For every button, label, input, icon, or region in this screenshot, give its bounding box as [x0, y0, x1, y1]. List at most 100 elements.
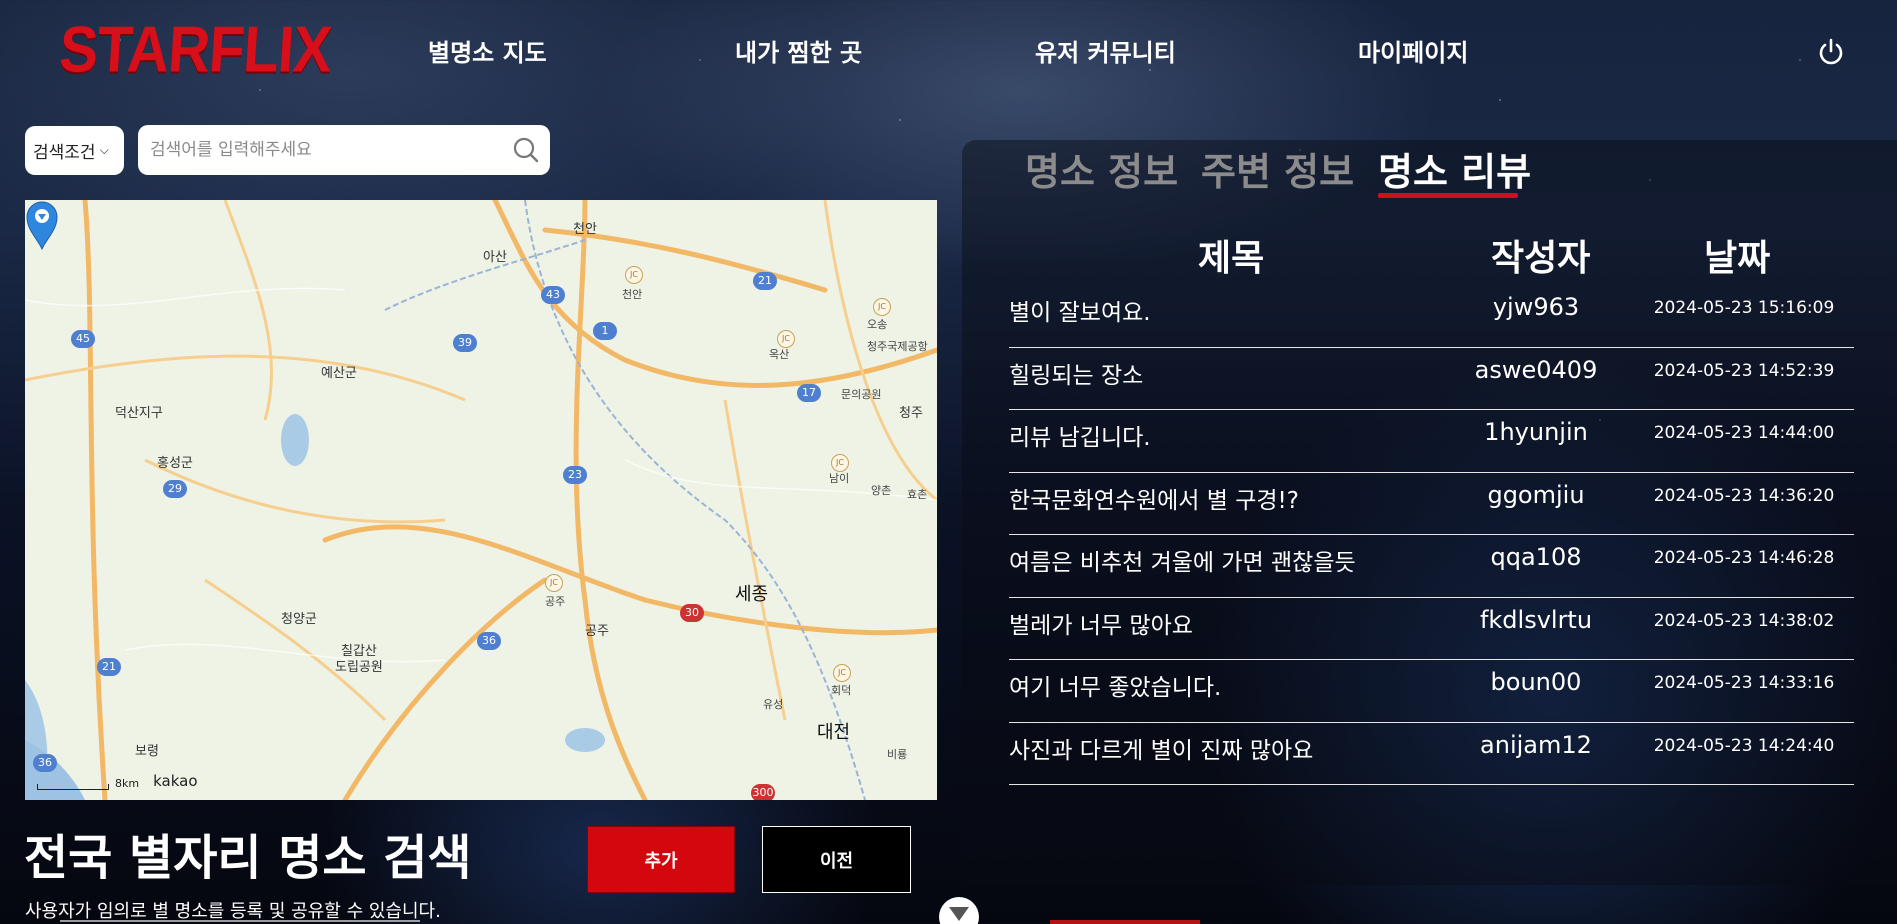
table-row[interactable]: 사진과 다르게 별이 진짜 많아요 anijam12 2024-05-23 14…	[1009, 723, 1854, 785]
map-label-yuseong: 유성	[763, 698, 784, 711]
kakao-attribution: kakao	[153, 772, 198, 790]
search-condition-label: 검색조건	[33, 143, 96, 163]
review-author: qqa108	[1490, 543, 1582, 571]
review-author: 1hyunjin	[1484, 418, 1588, 446]
route-shield-21b: 21	[97, 658, 121, 676]
table-row[interactable]: 여기 너무 좋았습니다. boun00 2024-05-23 14:33:16	[1009, 660, 1854, 723]
chevron-down-icon	[949, 907, 969, 921]
search-input[interactable]	[150, 130, 490, 170]
map-scale-label: 8km	[115, 777, 140, 790]
search-condition-select[interactable]: 검색조건 ⌵	[25, 126, 124, 175]
nav-mypage[interactable]: 마이페이지	[1358, 33, 1468, 68]
review-title: 벌레가 너무 많아요	[1009, 612, 1193, 639]
review-header-date: 날짜	[1704, 238, 1771, 279]
route-shield-1: 1	[593, 322, 617, 340]
review-header-author: 작성자	[1491, 238, 1591, 279]
review-title: 여기 너무 좋았습니다.	[1009, 675, 1222, 701]
tab-spot-reviews[interactable]: 명소 리뷰	[1378, 141, 1531, 196]
nav-star-map[interactable]: 별명소 지도	[428, 33, 547, 68]
route-shield-36a: 36	[477, 632, 501, 650]
route-shield-300: 300	[751, 784, 775, 800]
jc-icon: JC	[625, 266, 643, 284]
search-icon[interactable]	[512, 136, 540, 164]
review-date: 2024-05-23 15:16:09	[1653, 298, 1835, 318]
map-label-sejong: 세종	[735, 584, 769, 605]
map-label-biryong: 비룡	[887, 748, 908, 761]
tab-nearby-info[interactable]: 주변 정보	[1201, 141, 1354, 196]
map-label-boryeong: 보령	[135, 744, 159, 759]
add-button[interactable]: 추가	[587, 826, 735, 893]
chevron-down-icon: ⌵	[99, 143, 109, 157]
map-label-hoedeok: 회덕	[831, 684, 852, 697]
review-date: 2024-05-23 14:52:39	[1653, 360, 1835, 381]
route-shield-36b: 36	[33, 754, 57, 772]
review-date: 2024-05-23 14:46:28	[1653, 548, 1835, 568]
map-label-asan: 아산	[483, 250, 507, 265]
tab-spot-info[interactable]: 명소 정보	[1025, 141, 1178, 196]
table-row[interactable]: 여름은 비추천 겨울에 가면 괜찮을듯 qqa108 2024-05-23 14…	[1009, 535, 1854, 598]
jc-icon: JC	[831, 454, 849, 472]
review-date: 2024-05-23 14:44:00	[1653, 423, 1835, 443]
jc-icon: JC	[833, 664, 851, 682]
table-row[interactable]: 한국문화연수원에서 별 구경!? ggomjiu 2024-05-23 14:3…	[1009, 473, 1854, 535]
map-label-gongju: 공주	[585, 624, 609, 639]
review-date: 2024-05-23 14:33:16	[1653, 673, 1835, 693]
map-label-daejeon: 대전	[817, 722, 851, 743]
map-label-cheonan-jc: 천안	[622, 288, 643, 301]
kakao-map[interactable]: 천안 아산 천안 예산군 덕산지구 홍성군 청양군 공주 공주 칠갑산 도립공원…	[25, 200, 937, 800]
route-shield-30: 30	[680, 604, 704, 622]
route-shield-29: 29	[163, 480, 187, 498]
active-tab-indicator	[1378, 193, 1518, 198]
nav-community[interactable]: 유저 커뮤니티	[1035, 33, 1176, 68]
map-label-deoksan: 덕산지구	[115, 406, 163, 421]
top-nav: 별명소 지도 내가 찜한 곳 유저 커뮤니티 마이페이지	[0, 33, 1897, 69]
jc-icon: JC	[873, 298, 891, 316]
review-title: 한국문화연수원에서 별 구경!?	[1009, 487, 1299, 514]
review-date: 2024-05-23 14:24:40	[1653, 735, 1835, 756]
page-title: 전국 별자리 명소 검색	[24, 830, 472, 886]
review-title: 별이 잘보여요.	[1009, 300, 1151, 326]
review-author: aswe0409	[1474, 355, 1598, 384]
review-header-title: 제목	[1198, 238, 1265, 279]
map-label-cheonan: 천안	[573, 222, 597, 237]
map-label-cheongju-airport: 청주국제공항	[867, 340, 928, 353]
power-icon[interactable]	[1816, 37, 1846, 67]
map-label-yangchon: 양촌	[871, 484, 892, 497]
review-title: 리뷰 남깁니다.	[1009, 425, 1151, 451]
review-title: 여름은 비추천 겨울에 가면 괜찮을듯	[1009, 550, 1356, 576]
prev-button[interactable]: 이전	[762, 826, 911, 893]
map-label-nami: 남이	[829, 472, 850, 485]
review-author: boun00	[1490, 668, 1582, 696]
table-row[interactable]: 리뷰 남깁니다. 1hyunjin 2024-05-23 14:44:00	[1009, 410, 1854, 473]
review-author: yjw963	[1492, 293, 1580, 321]
route-shield-39: 39	[453, 334, 477, 352]
table-row[interactable]: 벌레가 너무 많아요 fkdlsvlrtu 2024-05-23 14:38:0…	[1009, 598, 1854, 660]
review-author: ggomjiu	[1487, 480, 1585, 509]
review-author: fkdlsvlrtu	[1479, 605, 1593, 634]
map-label-chilgapsan-park: 도립공원	[335, 660, 383, 675]
jc-icon: JC	[545, 574, 563, 592]
review-list: 별이 잘보여요. yjw963 2024-05-23 15:16:09 힐링되는…	[1009, 285, 1854, 785]
map-label-hongseong: 홍성군	[157, 456, 193, 471]
route-shield-43: 43	[541, 286, 565, 304]
divider	[60, 920, 420, 922]
nav-favorites[interactable]: 내가 찜한 곳	[735, 33, 862, 68]
map-label-munui: 문의공원	[841, 388, 882, 401]
map-scale-bar	[37, 784, 109, 790]
map-label-cheongju: 청주	[899, 406, 923, 421]
route-shield-45: 45	[71, 330, 95, 348]
review-date: 2024-05-23 14:38:02	[1653, 610, 1835, 631]
review-author: anijam12	[1480, 730, 1592, 759]
map-label-gongju-jc: 공주	[545, 595, 566, 608]
map-label-osong: 오송	[867, 318, 888, 331]
review-date: 2024-05-23 14:36:20	[1653, 485, 1835, 506]
scroll-down-button[interactable]	[939, 897, 979, 924]
review-title: 사진과 다르게 별이 진짜 많아요	[1009, 737, 1314, 764]
jc-icon: JC	[777, 330, 795, 348]
route-shield-23: 23	[563, 466, 587, 484]
map-location-marker-icon[interactable]	[25, 200, 59, 250]
divider	[1050, 920, 1200, 924]
map-label-yesan: 예산군	[321, 366, 357, 381]
table-row[interactable]: 힐링되는 장소 aswe0409 2024-05-23 14:52:39	[1009, 348, 1854, 410]
table-row[interactable]: 별이 잘보여요. yjw963 2024-05-23 15:16:09	[1009, 285, 1854, 348]
